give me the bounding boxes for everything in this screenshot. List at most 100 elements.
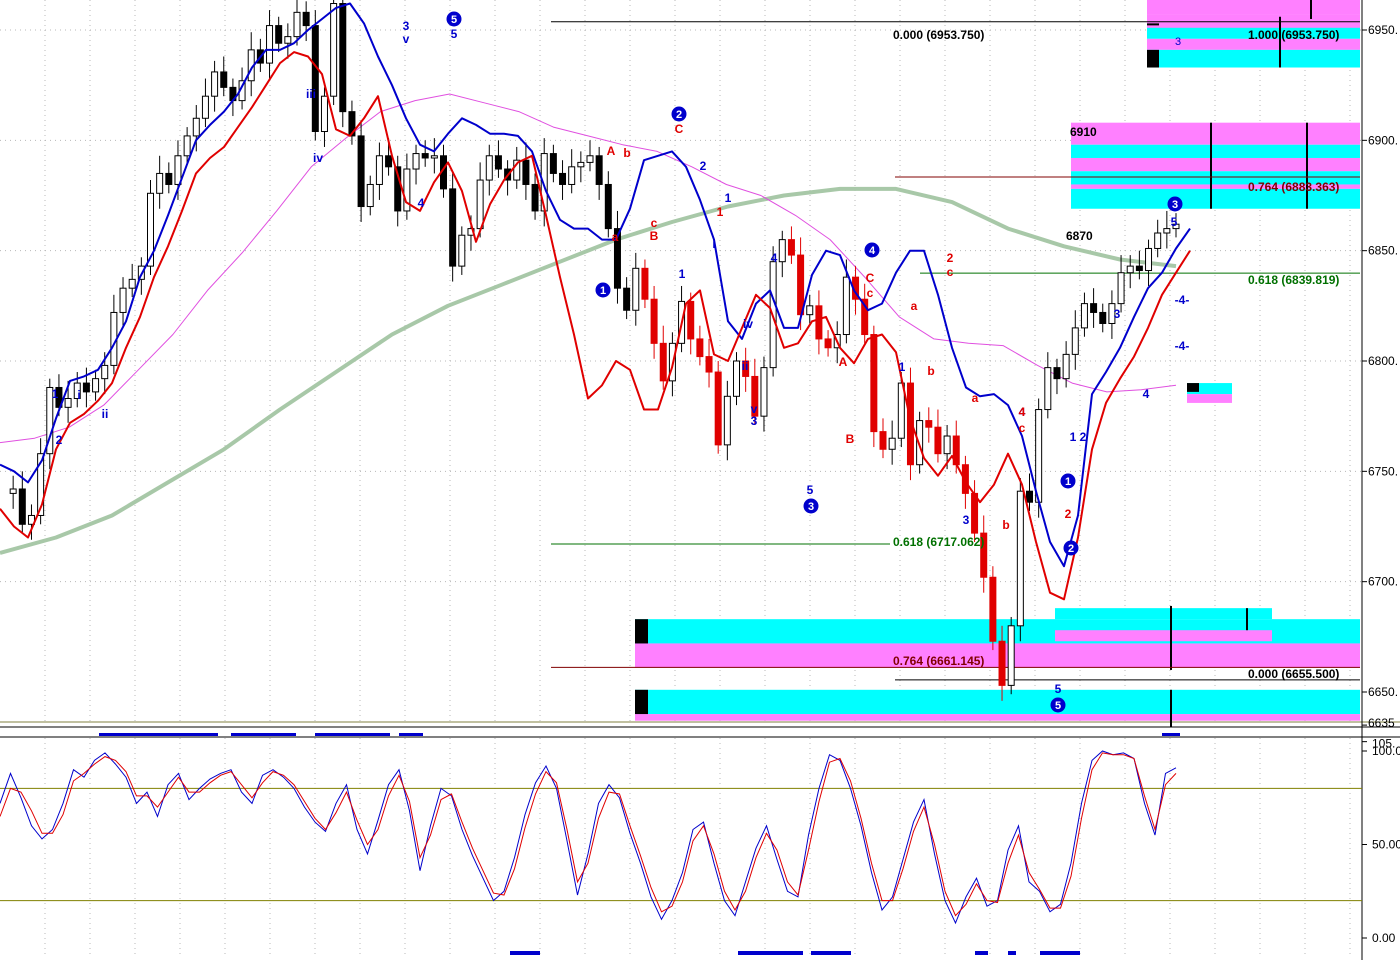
candle-body: [1135, 265, 1143, 272]
wave-label-blue: 3: [403, 19, 410, 33]
candle-body: [220, 71, 228, 88]
price-axis-label: 6635: [1368, 716, 1395, 730]
wave-label-circled: 2: [1068, 543, 1074, 555]
signal-marker: [231, 733, 296, 736]
wave-label-blue: 1: [1070, 430, 1077, 444]
wave-label-blue: 4: [418, 196, 425, 210]
candle-body: [449, 188, 457, 267]
pink-zone: [1187, 394, 1232, 403]
chart-canvas[interactable]: 3v54iiiiv1i2ii121iv3iiiv451234123455-4--…: [0, 0, 1400, 960]
candle-body: [366, 183, 374, 208]
trading-chart[interactable]: 3v54iiiiv1i2ii121iv3iiiv451234123455-4--…: [0, 0, 1400, 960]
candle-body: [1080, 303, 1088, 329]
candle-body: [522, 159, 530, 185]
price-axis-label: 6750.: [1368, 464, 1398, 478]
wave-label-blue: i: [77, 388, 80, 402]
candle-body: [64, 398, 72, 408]
wave-label-blue: ii: [102, 407, 109, 421]
candle-body: [632, 267, 640, 311]
wave-label-blue: 2: [700, 159, 707, 173]
candle-body: [82, 382, 90, 393]
wave-label-red: c: [867, 286, 874, 300]
candle-body: [1007, 625, 1015, 686]
candle-body: [787, 239, 795, 256]
wave-label-red: a: [612, 230, 619, 244]
candle-body: [192, 117, 200, 137]
wave-label-blue: 3: [751, 414, 758, 428]
wave-label-circled: 3: [1172, 199, 1178, 211]
zone-black-marker: [1147, 49, 1159, 68]
fib-level-label: 0.764 (6661.145): [893, 654, 984, 668]
wave-label-red: 4: [1019, 405, 1026, 419]
candle-body: [302, 11, 310, 27]
candle-body: [705, 356, 713, 373]
signal-marker: [99, 733, 218, 736]
candle-body: [1163, 228, 1171, 234]
signal-marker: [811, 951, 851, 955]
candle-body: [412, 153, 420, 170]
pink-zone: [635, 643, 1360, 668]
fib-level-label: 0.000 (6953.750): [893, 28, 984, 42]
candle-body: [559, 172, 567, 185]
wave-label-red: B: [650, 229, 659, 243]
price-axis-label: 6650.: [1368, 685, 1398, 699]
price-axis-label: 6700.: [1368, 575, 1398, 589]
candle-body: [101, 364, 109, 380]
pink-zone: [1147, 0, 1360, 15]
candle-body: [586, 155, 594, 163]
price-annotation: 6870: [1066, 229, 1093, 243]
wave-label-red: c: [947, 265, 954, 279]
candle-body: [696, 338, 704, 358]
candle-body: [9, 488, 17, 494]
wave-label-blue: 5: [807, 483, 814, 497]
wave-label-blue: 5: [1055, 682, 1062, 696]
signal-marker: [510, 951, 540, 955]
wave-label-circled: 1: [600, 285, 606, 297]
candle-body: [165, 172, 173, 185]
cyan-zone: [1071, 144, 1360, 158]
candle-body: [485, 155, 493, 181]
candle-body: [1145, 247, 1153, 272]
candle-body: [723, 395, 731, 446]
candle-body: [385, 155, 393, 168]
cyan-zone: [1147, 49, 1360, 68]
candle-body: [1026, 490, 1033, 503]
zone-black-marker: [635, 689, 648, 715]
wave-label-circled: 5: [451, 14, 457, 26]
candle-body: [293, 11, 301, 38]
wave-label-blue: 5: [451, 27, 458, 41]
candle-body: [1090, 303, 1098, 313]
wave-label-red: C: [866, 271, 875, 285]
wave-label-red: A: [607, 144, 616, 158]
wave-label-circled: 4: [869, 245, 876, 257]
wave-label-blue: i: [712, 237, 715, 251]
signal-marker: [1040, 951, 1080, 955]
wave-label-blue: 5: [1171, 215, 1178, 229]
wave-label-blue: ii: [742, 359, 749, 373]
candle-body: [284, 36, 292, 44]
candle-body: [760, 367, 768, 417]
candle-body: [806, 305, 814, 316]
candle-body: [641, 267, 649, 300]
wave-label-red: b: [927, 364, 934, 378]
candle-body: [925, 420, 933, 428]
wave-label-red: a: [972, 391, 979, 405]
wave-label-blue: 1: [679, 267, 686, 281]
stochastic-axis-label: 50.00: [1372, 838, 1400, 852]
cyan-zone: [635, 689, 1360, 715]
price-annotation: 6910: [1070, 125, 1097, 139]
fib-level-label: 0.618 (6717.062): [893, 535, 984, 549]
candle-body: [604, 183, 612, 230]
wave-label-blue: -4-: [1175, 293, 1190, 307]
candle-body: [1099, 311, 1107, 324]
signal-marker: [1162, 733, 1180, 736]
wave-label-red: b: [1002, 518, 1009, 532]
signal-marker: [738, 951, 803, 955]
wave-label-circled: 1: [1065, 476, 1071, 488]
candle-body: [128, 278, 136, 289]
candle-body: [1071, 327, 1079, 355]
wave-label-blue: 3: [963, 513, 970, 527]
zone-black-marker: [1187, 383, 1199, 392]
wave-label-blue: iii: [306, 87, 316, 101]
candle-body: [1117, 272, 1125, 305]
